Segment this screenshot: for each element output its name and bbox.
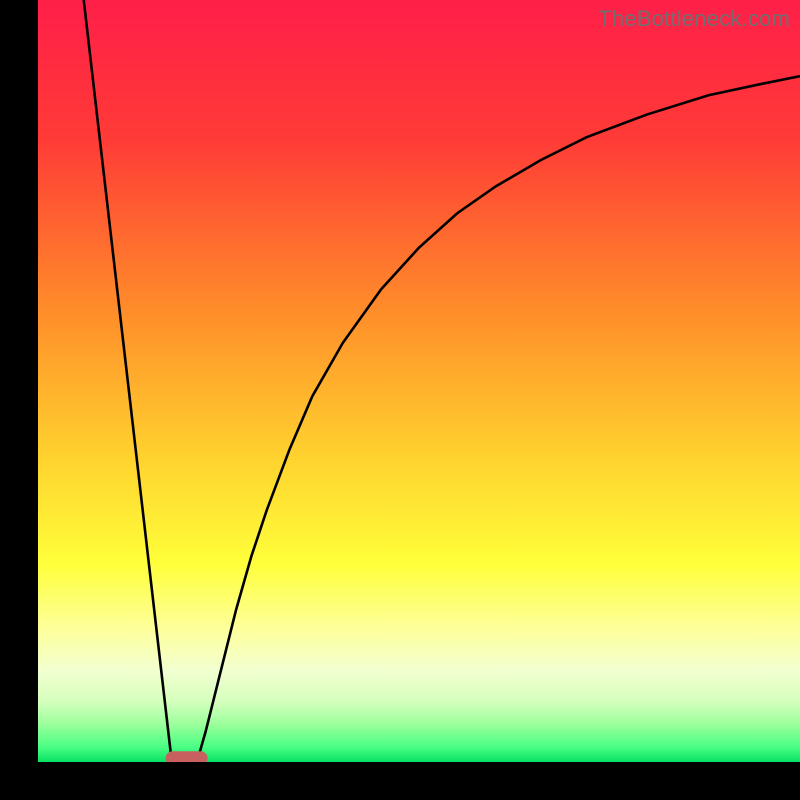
attribution-label: TheBottleneck.com <box>598 6 790 32</box>
frame-border-left <box>0 0 38 800</box>
frame-border-bottom <box>0 762 800 800</box>
plot-background <box>38 0 800 762</box>
bottleneck-chart <box>0 0 800 800</box>
chart-container: TheBottleneck.com <box>0 0 800 800</box>
